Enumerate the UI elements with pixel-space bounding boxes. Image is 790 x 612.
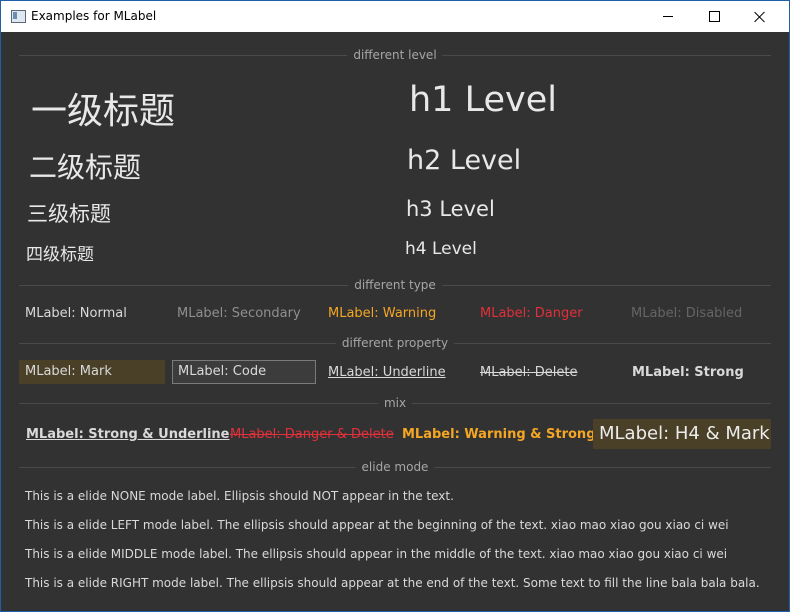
- label-strong: MLabel: Strong: [632, 365, 744, 380]
- close-icon: [754, 11, 766, 23]
- divider-label: mix: [377, 396, 413, 410]
- label-danger-delete: MLabel: Danger & Delete: [230, 427, 394, 442]
- divider-mix: mix: [19, 396, 771, 410]
- label-mark: MLabel: Mark: [19, 360, 165, 384]
- divider-elide-mode: elide mode: [19, 460, 771, 474]
- elide-middle-label: This is a elide MIDDLE mode label. The e…: [25, 547, 728, 561]
- heading-h1-en: h1 Level: [409, 80, 557, 120]
- label-h4-mark: MLabel: H4 & Mark: [593, 419, 771, 449]
- elide-right-label: This is a elide RIGHT mode label. The el…: [25, 576, 760, 590]
- maximize-icon: [708, 11, 720, 22]
- window-title: Examples for MLabel: [31, 9, 157, 23]
- label-warning-strong: MLabel: Warning & Strong: [402, 427, 596, 442]
- label-strong-underline: MLabel: Strong & Underline: [26, 427, 230, 442]
- minimize-icon: [663, 16, 673, 17]
- label-warning: MLabel: Warning: [328, 306, 437, 321]
- divider-label: elide mode: [355, 460, 435, 474]
- divider-label: different level: [347, 48, 443, 62]
- label-disabled: MLabel: Disabled: [631, 306, 743, 321]
- elide-left-label: This is a elide LEFT mode label. The ell…: [25, 518, 729, 532]
- heading-h2-en: h2 Level: [407, 145, 522, 176]
- divider-different-type: different type: [19, 278, 771, 292]
- divider-different-property: different property: [19, 336, 771, 350]
- heading-h3-en: h3 Level: [406, 197, 495, 221]
- close-button[interactable]: [737, 1, 783, 32]
- label-underline: MLabel: Underline: [328, 365, 446, 380]
- heading-h4-en: h4 Level: [405, 239, 477, 259]
- label-code: MLabel: Code: [172, 360, 316, 384]
- heading-h2-cn: 二级标题: [29, 151, 142, 184]
- label-normal: MLabel: Normal: [25, 306, 127, 321]
- heading-h3-cn: 三级标题: [27, 202, 111, 226]
- title-bar[interactable]: Examples for MLabel: [1, 1, 789, 32]
- label-delete: MLabel: Delete: [480, 365, 578, 380]
- window: Examples for MLabel different level 一级标题…: [0, 0, 790, 612]
- divider-label: different type: [348, 278, 442, 292]
- label-danger: MLabel: Danger: [480, 306, 583, 321]
- divider-label: different property: [335, 336, 455, 350]
- maximize-button[interactable]: [691, 1, 737, 32]
- elide-none-label: This is a elide NONE mode label. Ellipsi…: [25, 489, 454, 503]
- heading-h1-cn: 一级标题: [31, 91, 176, 132]
- label-secondary: MLabel: Secondary: [177, 306, 301, 321]
- heading-h4-cn: 四级标题: [26, 245, 94, 265]
- minimize-button[interactable]: [645, 1, 691, 32]
- divider-different-level: different level: [19, 48, 771, 62]
- window-app-icon: [11, 10, 26, 23]
- content-area: different level 一级标题 h1 Level 二级标题 h2 Le…: [1, 32, 789, 611]
